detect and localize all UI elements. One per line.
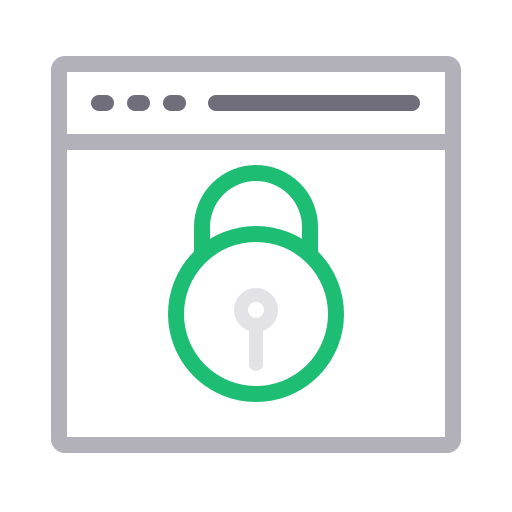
keyhole-icon	[234, 288, 278, 371]
icon-canvas	[0, 0, 512, 512]
keyhole-ring	[234, 288, 278, 332]
secure-browser-lock-icon	[51, 56, 461, 453]
